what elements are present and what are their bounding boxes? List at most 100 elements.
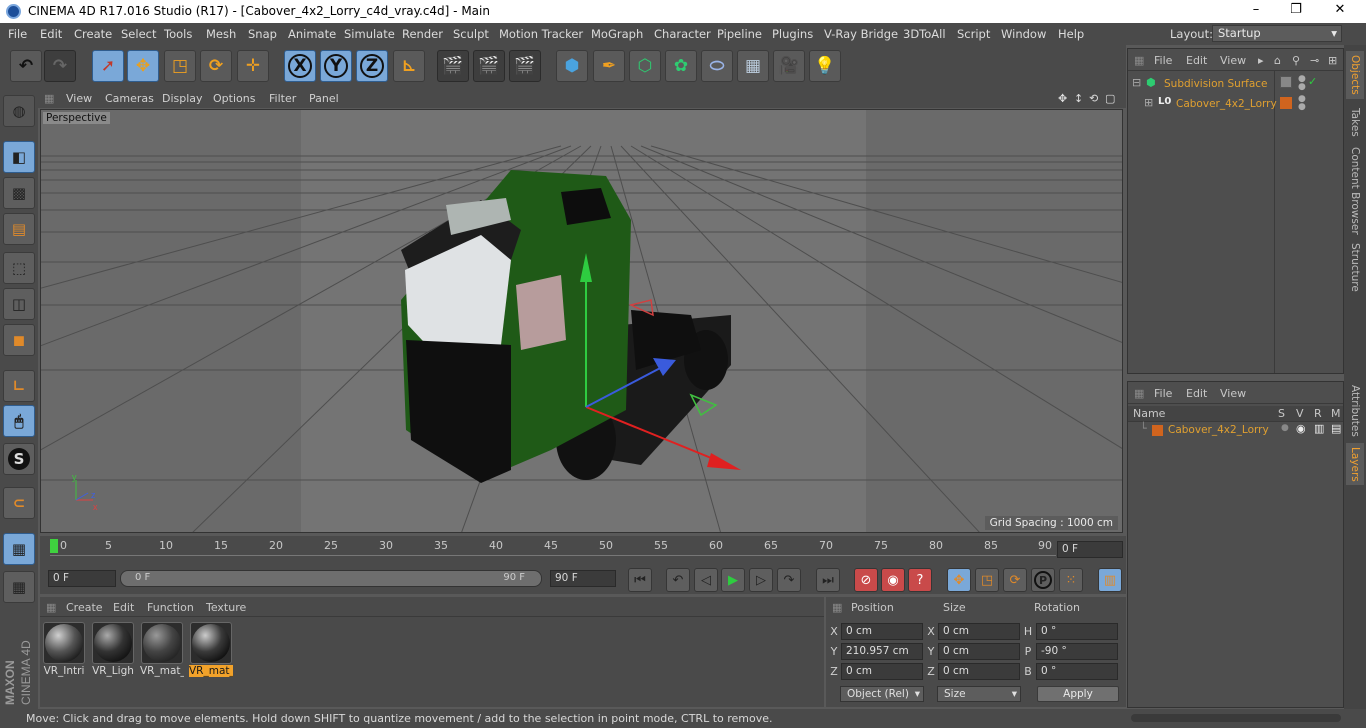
scale-tool-button[interactable]: ◳ <box>164 50 196 82</box>
size-mode-dropdown[interactable]: Size ▾ <box>937 686 1021 702</box>
recent-tool-button[interactable]: ✛ <box>237 50 269 82</box>
points-mode-button[interactable]: ⬚ <box>3 252 35 284</box>
previous-key-button[interactable]: ↶ <box>666 568 690 592</box>
menu-pipeline[interactable]: Pipeline <box>717 27 762 41</box>
cube-object-button[interactable]: ⬢ <box>556 50 588 82</box>
menu-select[interactable]: Select <box>121 27 156 41</box>
apply-button[interactable]: Apply <box>1037 686 1119 702</box>
object-menu-edit[interactable]: Edit <box>1186 54 1207 67</box>
menu-snap[interactable]: Snap <box>248 27 277 41</box>
rotate-tool-button[interactable]: ⟳ <box>200 50 232 82</box>
polygons-mode-button[interactable]: ◼ <box>3 324 35 356</box>
record-scale-button[interactable]: ◳ <box>975 568 999 592</box>
record-position-button[interactable]: ✥ <box>947 568 971 592</box>
layer-color-icon[interactable] <box>1152 425 1163 436</box>
viewport-menu-view[interactable]: View <box>66 92 92 105</box>
material-menu-texture[interactable]: Texture <box>206 601 246 614</box>
record-point-level-button[interactable]: ⁙ <box>1059 568 1083 592</box>
manager-icon[interactable]: ▤ <box>1331 422 1341 435</box>
position-z-field[interactable]: 0 cm <box>841 663 923 680</box>
rotation-h-field[interactable]: 0 ° <box>1036 623 1118 640</box>
viewport-menu-options[interactable]: Options <box>213 92 255 105</box>
timeline-ruler[interactable]: 0 5 10 15 20 25 30 35 40 45 50 55 60 65 … <box>40 536 1126 564</box>
render-settings-button[interactable]: 🎬 <box>509 50 541 82</box>
timeline-window-button[interactable]: ▥ <box>1098 568 1122 592</box>
search-icon[interactable]: ⚲ <box>1292 54 1300 67</box>
live-selection-button[interactable]: ➚ <box>92 50 124 82</box>
menu-script[interactable]: Script <box>957 27 990 41</box>
solo-dot-icon[interactable]: ● <box>1281 423 1289 433</box>
column-manager[interactable]: M <box>1331 407 1341 420</box>
material-swatch[interactable]: VR_Intri <box>42 621 86 683</box>
deformer-button[interactable]: ⬭ <box>701 50 733 82</box>
menu-simulate[interactable]: Simulate <box>344 27 395 41</box>
viewport-pan-icon[interactable]: ✥ <box>1058 92 1067 105</box>
autokeying-button[interactable]: ◉ <box>881 568 905 592</box>
undo-button[interactable]: ↶ <box>10 50 42 82</box>
play-button[interactable]: ▶ <box>721 568 745 592</box>
viewport-maximize-icon[interactable]: ▢ <box>1105 92 1115 105</box>
viewport-menu-display[interactable]: Display <box>162 92 203 105</box>
perspective-viewport[interactable]: Perspective y z x Grid Spacing: 1000 cm <box>40 109 1123 533</box>
position-y-field[interactable]: 210.957 cm <box>841 643 923 660</box>
camera-object-button[interactable]: 🎥 <box>773 50 805 82</box>
menu-create[interactable]: Create <box>74 27 112 41</box>
model-mode-button[interactable]: ◧ <box>3 141 35 173</box>
start-frame-field[interactable]: 0 F <box>48 570 116 587</box>
object-menu-file[interactable]: File <box>1154 54 1172 67</box>
go-to-end-button[interactable]: ⏭ <box>816 568 840 592</box>
object-row[interactable]: ⊟ ⬢ Subdivision Surface ● ● ✓ <box>1128 75 1343 93</box>
material-swatch-selected[interactable]: VR_mat_ <box>189 621 233 683</box>
material-menu-create[interactable]: Create <box>66 601 103 614</box>
make-editable-button[interactable]: ◍ <box>3 95 35 127</box>
menu-character[interactable]: Character <box>654 27 711 41</box>
viewport-rotate-icon[interactable]: ⟲ <box>1089 92 1098 105</box>
go-to-start-button[interactable]: ⏮ <box>628 568 652 592</box>
menu-vray-bridge[interactable]: V-Ray Bridge <box>824 27 898 41</box>
coordinate-mode-dropdown[interactable]: Object (Rel) ▾ <box>840 686 924 702</box>
viewport-menu-panel[interactable]: Panel <box>309 92 339 105</box>
tab-layers[interactable]: Layers <box>1346 443 1364 485</box>
minimize-button[interactable]: – <box>1236 2 1276 21</box>
column-name[interactable]: Name <box>1133 407 1165 420</box>
keyframe-selection-button[interactable]: ? <box>908 568 932 592</box>
redo-button[interactable]: ↷ <box>44 50 76 82</box>
viewport-zoom-icon[interactable]: ↕ <box>1074 92 1083 105</box>
tweak-mode-button[interactable]: 🖱 <box>3 405 35 437</box>
object-row[interactable]: ⊞ L0 Cabover_4x2_Lorry ● ● <box>1128 95 1343 113</box>
menu-animate[interactable]: Animate <box>288 27 336 41</box>
record-rotation-button[interactable]: ⟳ <box>1003 568 1027 592</box>
enabled-check-icon[interactable]: ✓ <box>1308 75 1317 88</box>
menu-sculpt[interactable]: Sculpt <box>453 27 489 41</box>
home-icon[interactable]: ⌂ <box>1274 54 1281 67</box>
tab-objects[interactable]: Objects <box>1346 51 1364 99</box>
material-swatch[interactable]: VR_mat_ <box>140 621 184 683</box>
layer-menu-file[interactable]: File <box>1154 387 1172 400</box>
tab-takes[interactable]: Takes <box>1346 103 1364 141</box>
menu-mesh[interactable]: Mesh <box>206 27 236 41</box>
record-parameter-button[interactable]: P <box>1031 568 1055 592</box>
tab-structure[interactable]: Structure <box>1346 241 1364 293</box>
menu-edit[interactable]: Edit <box>40 27 62 41</box>
column-render[interactable]: R <box>1314 407 1322 420</box>
snapping-button[interactable]: S <box>3 443 35 475</box>
workplane-grid-button[interactable]: ▦ <box>3 533 35 565</box>
position-x-field[interactable]: 0 cm <box>841 623 923 640</box>
size-y-field[interactable]: 0 cm <box>938 643 1020 660</box>
next-frame-button[interactable]: ▷ <box>749 568 773 592</box>
close-button[interactable]: ✕ <box>1320 2 1360 21</box>
frame-range-slider[interactable]: 0 F 90 F <box>120 570 542 587</box>
chevron-right-icon[interactable]: ▸ <box>1258 54 1264 67</box>
menu-plugins[interactable]: Plugins <box>772 27 813 41</box>
horizontal-scrollbar[interactable] <box>1131 714 1341 722</box>
new-view-icon[interactable]: ⊞ <box>1328 54 1337 67</box>
floor-object-button[interactable]: ▦ <box>737 50 769 82</box>
subdivision-surface-button[interactable]: ⬡ <box>629 50 661 82</box>
menu-file[interactable]: File <box>8 27 27 41</box>
size-z-field[interactable]: 0 cm <box>938 663 1020 680</box>
previous-frame-button[interactable]: ◁ <box>694 568 718 592</box>
layer-row[interactable]: └ Cabover_4x2_Lorry ● ◉ ▥ ▤ <box>1128 422 1343 438</box>
rotation-p-field[interactable]: -90 ° <box>1036 643 1118 660</box>
next-key-button[interactable]: ↷ <box>777 568 801 592</box>
material-menu-function[interactable]: Function <box>147 601 194 614</box>
